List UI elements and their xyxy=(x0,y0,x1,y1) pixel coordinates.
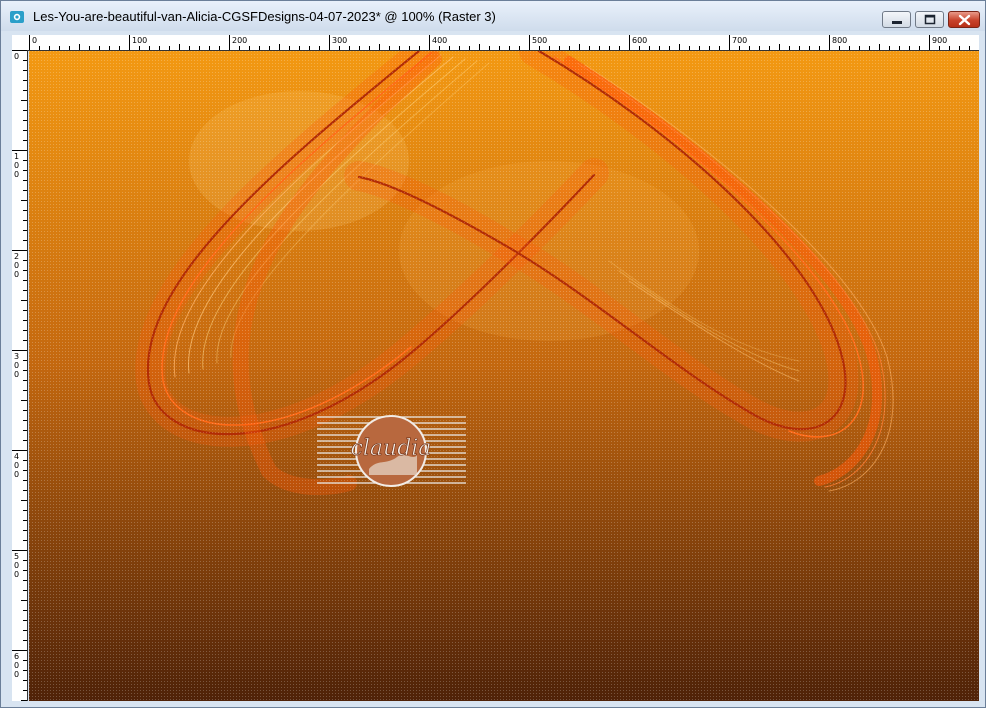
ruler-label-v: 4 xyxy=(14,452,19,461)
canvas-artwork xyxy=(29,51,979,701)
ruler-label-h: 100 xyxy=(132,36,147,45)
minimize-button[interactable] xyxy=(882,11,911,28)
ruler-corner xyxy=(12,35,28,50)
minimize-icon xyxy=(892,21,902,24)
ruler-label-h: 800 xyxy=(832,36,847,45)
psp-app-icon xyxy=(10,10,24,24)
ruler-label-v: 2 xyxy=(14,252,19,261)
ruler-label-v: 0 xyxy=(14,670,19,679)
image-window: Les-You-are-beautiful-van-Alicia-CGSFDes… xyxy=(0,0,986,708)
window-title: Les-You-are-beautiful-van-Alicia-CGSFDes… xyxy=(33,9,496,24)
ruler-label-h: 700 xyxy=(732,36,747,45)
ruler-label-v: 0 xyxy=(14,661,19,670)
ruler-label-v: 0 xyxy=(14,370,19,379)
vertical-ruler[interactable]: 0100200300400500600 xyxy=(12,50,28,701)
close-icon xyxy=(958,14,971,26)
close-button[interactable] xyxy=(948,11,980,28)
ruler-label-v: 0 xyxy=(14,261,19,270)
horizontal-ruler[interactable]: 0 100 200 300 400 500 600 700 800 900 xyxy=(28,35,979,51)
ruler-label-h: 0 xyxy=(32,36,37,45)
ruler-label-h: 500 xyxy=(532,36,547,45)
title-bar[interactable]: Les-You-are-beautiful-van-Alicia-CGSFDes… xyxy=(1,1,985,31)
ruler-label-v: 0 xyxy=(14,161,19,170)
ruler-label-h: 300 xyxy=(332,36,347,45)
maximize-button[interactable] xyxy=(915,11,944,28)
ruler-label-v: 0 xyxy=(14,470,19,479)
ruler-label-v: 0 xyxy=(14,361,19,370)
ruler-label-v: 5 xyxy=(14,552,19,561)
watermark-logo: claudia xyxy=(317,415,466,488)
ruler-label-v: 0 xyxy=(14,461,19,470)
ruler-label-v: 6 xyxy=(14,652,19,661)
ruler-label-h: 900 xyxy=(932,36,947,45)
maximize-icon xyxy=(924,14,936,25)
ruler-label-h: 600 xyxy=(632,36,647,45)
ruler-label-h: 400 xyxy=(432,36,447,45)
ruler-label-v: 0 xyxy=(14,570,19,579)
ruler-label-v: 0 xyxy=(14,170,19,179)
ruler-label-v: 3 xyxy=(14,352,19,361)
ruler-label-v: 1 xyxy=(14,152,19,161)
image-canvas[interactable]: claudia xyxy=(29,51,979,701)
ruler-label-v: 0 xyxy=(14,270,19,279)
ruler-label-v: 0 xyxy=(14,561,19,570)
ruler-label-h: 200 xyxy=(232,36,247,45)
svg-text:claudia: claudia xyxy=(351,436,432,461)
ruler-label-v: 0 xyxy=(14,52,19,61)
